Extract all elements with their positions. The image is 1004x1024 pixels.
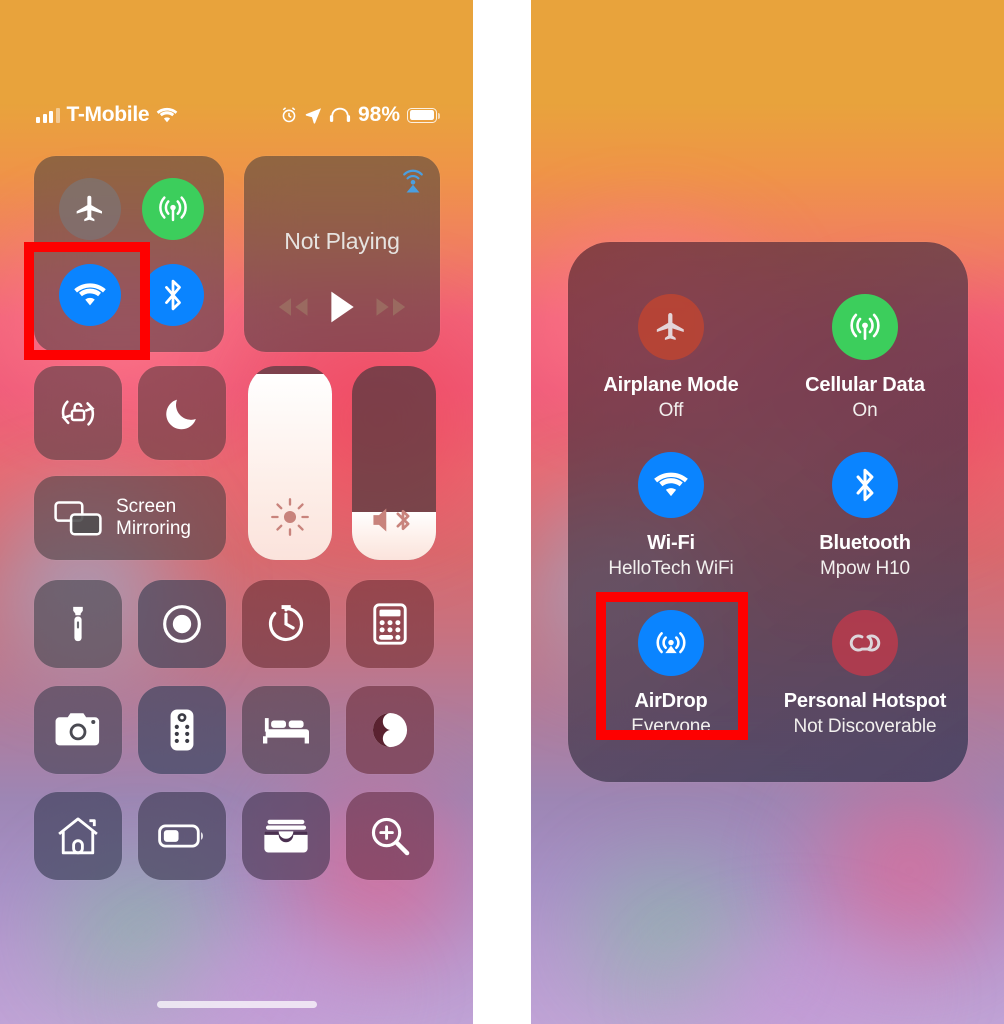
right-phone-screenshot: Airplane Mode Off Cellular Data On Wi-Fi Hell… (531, 0, 1004, 1024)
rotation-lock-toggle[interactable] (34, 366, 122, 460)
airplane-icon (638, 294, 704, 360)
home-icon (56, 815, 100, 857)
calculator-icon (372, 603, 408, 645)
airplane-mode-cell-subtitle: Off (658, 400, 684, 421)
left-phone-screenshot: T-Mobile 98% Not Playing Screen Mirrorin… (0, 0, 473, 1024)
airplane-mode-cell-title: Airplane Mode (603, 374, 739, 396)
cellular-data-cell-subtitle: On (852, 400, 878, 421)
screen-mirroring-label: Screen Mirroring (116, 496, 191, 539)
low-battery-icon (158, 822, 206, 850)
do-not-disturb-toggle[interactable] (138, 366, 226, 460)
bluetooth-icon (832, 452, 898, 518)
airplane-mode-cell[interactable]: Airplane Mode Off (582, 294, 760, 422)
brightness-sun-icon (248, 496, 332, 538)
personal-hotspot-cell-subtitle: Not Discoverable (793, 716, 937, 737)
tile-flashlight[interactable] (34, 580, 122, 668)
moon-icon (163, 394, 201, 432)
tile-magnifier-plus[interactable] (346, 792, 434, 880)
cellular-data-cell-title: Cellular Data (805, 374, 925, 396)
play-icon[interactable] (328, 290, 356, 324)
dark-mode-icon (369, 709, 411, 751)
tile-bed[interactable] (242, 686, 330, 774)
screen-record-icon (161, 603, 203, 645)
tile-tv-remote[interactable] (138, 686, 226, 774)
highlight-box-airdrop (596, 592, 748, 740)
media-status-label: Not Playing (284, 227, 400, 254)
control-center: Not Playing Screen Mirroring (0, 0, 473, 1024)
cellular-antenna-icon (832, 294, 898, 360)
hotspot-link-icon (832, 610, 898, 676)
bluetooth-cell[interactable]: Bluetooth Mpow H10 (776, 452, 954, 580)
wifi-icon (638, 452, 704, 518)
volume-slider[interactable] (352, 366, 436, 560)
airplane-mode-toggle[interactable] (59, 178, 121, 240)
tile-screen-record[interactable] (138, 580, 226, 668)
screen-mirroring-button[interactable]: Screen Mirroring (34, 476, 226, 560)
fast-forward-icon[interactable] (373, 296, 409, 318)
timer-icon (265, 603, 307, 645)
wifi-cell-title: Wi-Fi (647, 532, 695, 554)
bluetooth-toggle[interactable] (142, 264, 204, 326)
home-indicator-bar[interactable] (156, 1001, 317, 1008)
bluetooth-cell-subtitle: Mpow H10 (819, 558, 911, 579)
wifi-cell-subtitle: HelloTech WiFi (608, 558, 734, 579)
highlight-box-wifi (24, 242, 150, 360)
tile-timer[interactable] (242, 580, 330, 668)
speaker-bluetooth-icon (352, 502, 436, 538)
tile-wallet[interactable] (242, 792, 330, 880)
bluetooth-cell-title: Bluetooth (819, 532, 911, 554)
two-screenshot-comparison: T-Mobile 98% Not Playing Screen Mirrorin… (0, 0, 1004, 1024)
tile-calculator[interactable] (346, 580, 434, 668)
rotation-lock-open-icon (56, 391, 100, 435)
tile-camera[interactable] (34, 686, 122, 774)
flashlight-icon (58, 604, 98, 644)
wallet-icon (263, 817, 309, 855)
tile-dark-mode[interactable] (346, 686, 434, 774)
tile-low-battery[interactable] (138, 792, 226, 880)
screen-mirroring-icon (54, 499, 102, 537)
tv-remote-icon (169, 707, 195, 753)
wifi-cell[interactable]: Wi-Fi HelloTech WiFi (582, 452, 760, 580)
tile-home[interactable] (34, 792, 122, 880)
personal-hotspot-cell[interactable]: Personal Hotspot Not Discoverable (776, 610, 954, 738)
cellular-data-toggle[interactable] (142, 178, 204, 240)
bed-icon (263, 713, 309, 747)
camera-icon (55, 711, 101, 749)
airplay-audio-icon[interactable] (398, 166, 428, 196)
magnifier-plus-icon (369, 815, 411, 857)
cellular-data-cell[interactable]: Cellular Data On (776, 294, 954, 422)
rewind-icon[interactable] (275, 296, 311, 318)
personal-hotspot-cell-title: Personal Hotspot (783, 690, 947, 712)
media-playback-module[interactable]: Not Playing (244, 156, 440, 352)
screenshot-separator-gap (473, 0, 531, 1024)
brightness-slider[interactable] (248, 366, 332, 560)
